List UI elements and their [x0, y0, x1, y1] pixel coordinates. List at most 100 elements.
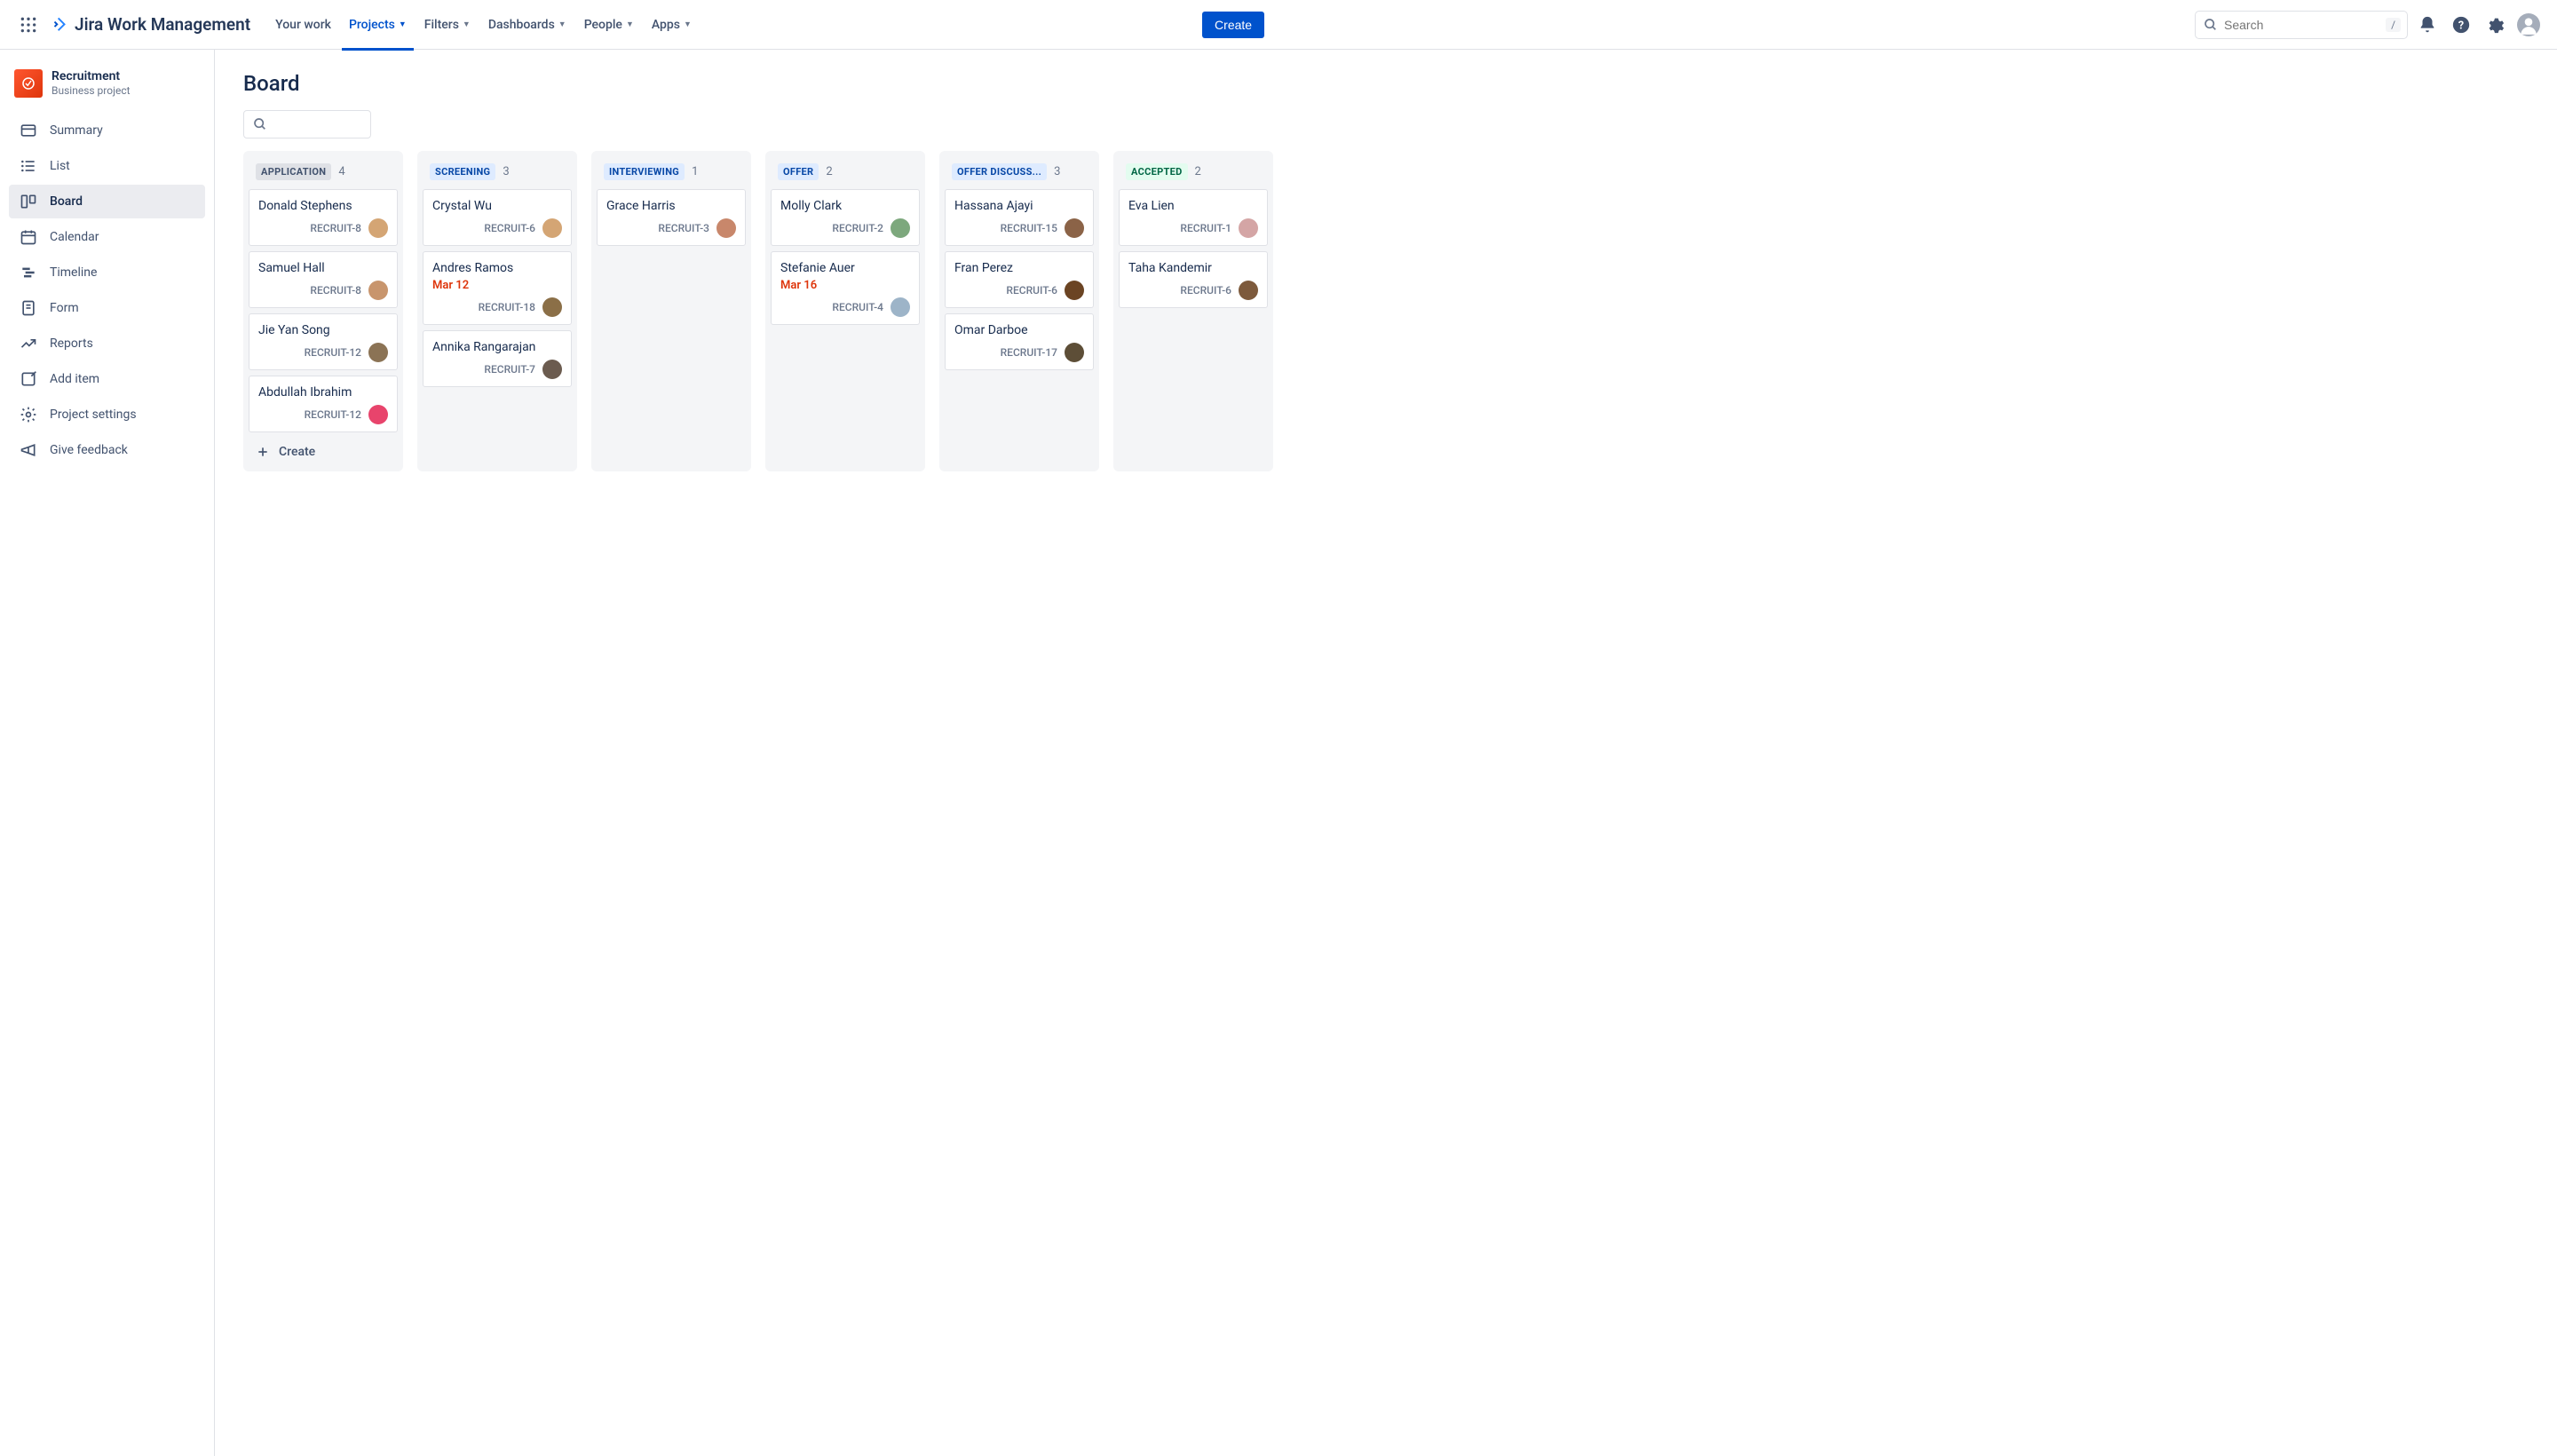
- card[interactable]: Stefanie AuerMar 16RECRUIT-4: [771, 251, 920, 325]
- nav-item-projects[interactable]: Projects▼: [342, 12, 414, 37]
- sidebar-item-list[interactable]: List: [9, 149, 205, 183]
- assignee-avatar[interactable]: [368, 281, 388, 300]
- assignee-avatar[interactable]: [1065, 343, 1084, 362]
- nav-item-people[interactable]: People▼: [577, 12, 641, 37]
- sidebar-item-board[interactable]: Board: [9, 185, 205, 218]
- card[interactable]: Taha KandemirRECRUIT-6: [1119, 251, 1268, 308]
- card-footer: RECRUIT-15: [954, 218, 1084, 238]
- board: APPLICATION4Donald StephensRECRUIT-8Samu…: [243, 151, 2529, 471]
- sidebar-item-add-item[interactable]: Add item: [9, 362, 205, 396]
- create-button[interactable]: Create: [1202, 12, 1264, 38]
- settings-button[interactable]: [2481, 11, 2509, 39]
- card-due-date: Mar 12: [432, 279, 562, 292]
- card[interactable]: Molly ClarkRECRUIT-2: [771, 189, 920, 246]
- board-search[interactable]: [243, 110, 371, 138]
- card-title: Hassana Ajayi: [954, 199, 1084, 213]
- card[interactable]: Samuel HallRECRUIT-8: [249, 251, 398, 308]
- assignee-avatar[interactable]: [1065, 281, 1084, 300]
- column-header[interactable]: OFFER2: [771, 158, 920, 189]
- project-header[interactable]: Recruitment Business project: [9, 69, 205, 114]
- card-key: RECRUIT-8: [310, 222, 361, 234]
- card[interactable]: Crystal WuRECRUIT-6: [423, 189, 572, 246]
- card[interactable]: Omar DarboeRECRUIT-17: [945, 313, 1094, 370]
- sidebar-item-summary[interactable]: Summary: [9, 114, 205, 147]
- nav-item-apps[interactable]: Apps▼: [645, 12, 699, 37]
- column-header[interactable]: APPLICATION4: [249, 158, 398, 189]
- assignee-avatar[interactable]: [1065, 218, 1084, 238]
- assignee-avatar[interactable]: [891, 218, 910, 238]
- sidebar-item-timeline[interactable]: Timeline: [9, 256, 205, 289]
- card[interactable]: Jie Yan SongRECRUIT-12: [249, 313, 398, 370]
- column-name: SCREENING: [430, 163, 495, 180]
- column-header[interactable]: SCREENING 3: [423, 158, 572, 189]
- column-header[interactable]: INTERVIEWING1: [597, 158, 746, 189]
- app-switcher[interactable]: [14, 11, 43, 39]
- assignee-avatar[interactable]: [891, 297, 910, 317]
- column-interviewing: INTERVIEWING1Grace HarrisRECRUIT-3: [591, 151, 751, 471]
- assignee-avatar[interactable]: [368, 405, 388, 424]
- card[interactable]: Grace HarrisRECRUIT-3: [597, 189, 746, 246]
- nav-item-filters[interactable]: Filters▼: [417, 12, 478, 37]
- project-avatar: [14, 69, 43, 98]
- search-icon: [253, 117, 267, 131]
- product-name: Jira Work Management: [75, 14, 250, 35]
- sidebar-item-give-feedback[interactable]: Give feedback: [9, 433, 205, 467]
- sidebar-item-label: Project settings: [50, 408, 137, 422]
- nav-item-label: Your work: [275, 18, 331, 32]
- card-footer: RECRUIT-6: [432, 218, 562, 238]
- project-type: Business project: [51, 84, 131, 97]
- profile-button[interactable]: [2514, 11, 2543, 39]
- assignee-avatar[interactable]: [1239, 218, 1258, 238]
- chevron-down-icon: ▼: [626, 20, 634, 29]
- assignee-avatar[interactable]: [368, 343, 388, 362]
- board-icon: [20, 193, 37, 210]
- help-button[interactable]: ?: [2447, 11, 2475, 39]
- card[interactable]: Annika RangarajanRECRUIT-7: [423, 330, 572, 387]
- assignee-avatar[interactable]: [542, 360, 562, 379]
- card[interactable]: Fran PerezRECRUIT-6: [945, 251, 1094, 308]
- card[interactable]: Abdullah IbrahimRECRUIT-12: [249, 376, 398, 432]
- calendar-icon: [20, 228, 37, 246]
- product-logo[interactable]: Jira Work Management: [50, 14, 250, 35]
- sidebar-item-form[interactable]: Form: [9, 291, 205, 325]
- form-icon: [20, 299, 37, 317]
- column-header[interactable]: OFFER DISCUSS...3: [945, 158, 1094, 189]
- assignee-avatar[interactable]: [716, 218, 736, 238]
- notifications-button[interactable]: [2413, 11, 2442, 39]
- assignee-avatar[interactable]: [542, 218, 562, 238]
- nav-item-dashboards[interactable]: Dashboards▼: [481, 12, 574, 37]
- sidebar-item-calendar[interactable]: Calendar: [9, 220, 205, 254]
- nav-item-your-work[interactable]: Your work: [268, 12, 338, 37]
- card[interactable]: Hassana Ajayi RECRUIT-15: [945, 189, 1094, 246]
- column-count: 3: [503, 165, 509, 178]
- card-footer: RECRUIT-17: [954, 343, 1084, 362]
- search-input[interactable]: [2195, 11, 2408, 39]
- nav-items: Your work Projects▼Filters▼Dashboards▼Peo…: [268, 12, 1191, 37]
- gear-icon: [2485, 15, 2505, 35]
- column-offer: OFFER2Molly ClarkRECRUIT-2Stefanie AuerM…: [765, 151, 925, 471]
- card[interactable]: Andres RamosMar 12RECRUIT-18: [423, 251, 572, 325]
- card[interactable]: Eva LienRECRUIT-1: [1119, 189, 1268, 246]
- settings-icon: [20, 406, 37, 423]
- column-header[interactable]: ACCEPTED2: [1119, 158, 1268, 189]
- assignee-avatar[interactable]: [1239, 281, 1258, 300]
- card-key: RECRUIT-12: [305, 346, 361, 359]
- card-footer: RECRUIT-12: [258, 405, 388, 424]
- sidebar-item-reports[interactable]: Reports: [9, 327, 205, 360]
- sidebar-item-label: Reports: [50, 336, 93, 351]
- assignee-avatar[interactable]: [368, 218, 388, 238]
- card[interactable]: Donald StephensRECRUIT-8: [249, 189, 398, 246]
- global-search[interactable]: /: [2195, 11, 2408, 39]
- card-title: Taha Kandemir: [1128, 261, 1258, 275]
- assignee-avatar[interactable]: [542, 297, 562, 317]
- column-count: 2: [1195, 165, 1201, 178]
- svg-text:?: ?: [2458, 19, 2464, 32]
- sidebar-item-project-settings[interactable]: Project settings: [9, 398, 205, 431]
- sidebar-item-label: Give feedback: [50, 443, 128, 457]
- card-key: RECRUIT-7: [484, 363, 535, 376]
- chevron-down-icon: ▼: [399, 20, 407, 29]
- column-count: 3: [1054, 165, 1060, 178]
- card-footer: RECRUIT-6: [954, 281, 1084, 300]
- create-card-button[interactable]: Create: [249, 436, 398, 461]
- card-footer: RECRUIT-8: [258, 218, 388, 238]
